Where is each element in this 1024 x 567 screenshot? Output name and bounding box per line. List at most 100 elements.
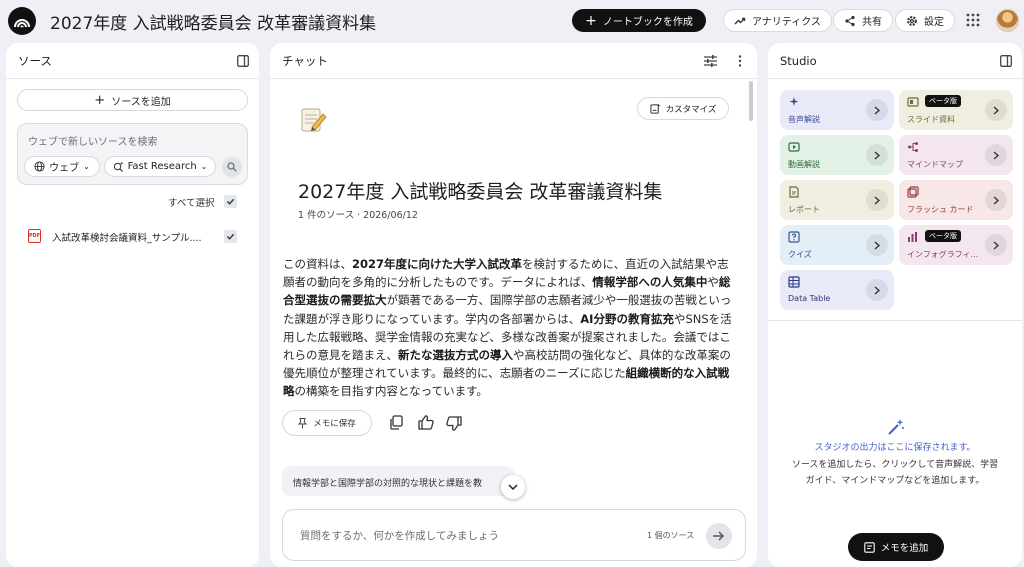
chevron-right-icon <box>874 285 880 295</box>
studio-empty-title: スタジオの出力はここに保存されます。 <box>814 443 976 453</box>
share-icon <box>845 15 855 26</box>
studio-tile-open-button[interactable] <box>866 99 888 121</box>
chat-scrollbar[interactable] <box>749 81 753 121</box>
studio-tile[interactable]: インフォグラフィ... ベータ版 <box>899 225 1013 265</box>
thumbs-up-icon[interactable] <box>418 415 434 430</box>
send-button[interactable] <box>706 523 732 549</box>
studio-tile[interactable]: 音声解説 <box>780 90 894 130</box>
sources-panel: ソース + ソースを追加 ウェブで新しいソースを検索 ウェブ ⌄ Fast Re… <box>6 43 259 567</box>
chevron-down-icon: ⌄ <box>200 162 208 171</box>
check-icon <box>226 198 235 205</box>
studio-tile[interactable]: スライド資料 ベータ版 <box>899 90 1013 130</box>
share-button[interactable]: 共有 <box>833 9 893 32</box>
chat-input-box: 質問をするか、何かを作成してみましょう 1 個のソース <box>282 509 746 561</box>
plus-icon: + <box>94 92 106 108</box>
studio-tile[interactable]: レポート <box>780 180 894 220</box>
sources-title: ソース <box>18 53 52 68</box>
studio-tile-open-button[interactable] <box>985 189 1007 211</box>
research-mode-dropdown[interactable]: Fast Research ⌄ <box>104 156 216 177</box>
notebook-heading: 2027年度 入試戦略委員会 改革審議資料集 <box>298 181 663 203</box>
beta-badge: ベータ版 <box>925 95 961 107</box>
studio-tile[interactable]: フラッシュ カード <box>899 180 1013 220</box>
trending-up-icon <box>734 17 746 24</box>
quiz-icon <box>788 231 800 243</box>
select-all-checkbox[interactable] <box>224 195 237 208</box>
pin-icon <box>298 417 308 428</box>
studio-tile-label: マインドマップ <box>907 160 963 169</box>
notebooklm-logo-icon[interactable] <box>8 7 36 35</box>
chevron-right-icon <box>874 195 880 205</box>
globe-icon <box>34 161 45 172</box>
notebook-title[interactable]: 2027年度 入試戦略委員会 改革審議資料集 <box>50 9 376 34</box>
studio-tile-open-button[interactable] <box>866 279 888 301</box>
apps-grid-icon[interactable] <box>966 13 980 27</box>
chevron-right-icon <box>993 150 999 160</box>
web-source-dropdown[interactable]: ウェブ ⌄ <box>24 156 100 177</box>
analytics-button[interactable]: アナリティクス <box>723 9 832 32</box>
summary-text: や <box>707 275 719 290</box>
chevron-down-icon: ⌄ <box>83 162 90 171</box>
collapse-panel-icon[interactable] <box>1000 55 1012 67</box>
studio-tile-label: 動画解説 <box>788 160 820 169</box>
source-checkbox[interactable] <box>224 230 237 243</box>
studio-tile-label: 音声解説 <box>788 115 820 124</box>
chevron-right-icon <box>993 240 999 250</box>
arrow-right-icon <box>713 531 725 541</box>
add-source-button[interactable]: + ソースを追加 <box>17 89 248 111</box>
notebook-emoji-icon <box>298 105 328 135</box>
chat-title: チャット <box>282 53 328 68</box>
studio-tile-open-button[interactable] <box>985 99 1007 121</box>
studio-tile-open-button[interactable] <box>866 189 888 211</box>
suggested-question-chip[interactable]: 情報学部と国際学部の対照的な現状と課題を教 <box>282 466 514 496</box>
chat-input[interactable]: 質問をするか、何かを作成してみましょう <box>300 528 499 543</box>
collapse-panel-icon[interactable] <box>237 55 249 67</box>
magic-wand-icon <box>888 419 904 435</box>
search-input[interactable]: ウェブで新しいソースを検索 <box>28 133 158 148</box>
chevron-right-icon <box>874 105 880 115</box>
data-table-icon <box>788 276 800 288</box>
studio-tile-open-button[interactable] <box>985 144 1007 166</box>
scroll-down-button[interactable] <box>501 475 525 499</box>
summary-highlight: AI分野の教育拡充 <box>580 311 674 326</box>
save-to-note-button[interactable]: メモに保存 <box>282 410 372 436</box>
notebook-summary: この資料は、2027年度に向けた大学入試改革を検討するために、直近の入試結果や志… <box>283 255 738 401</box>
create-notebook-button[interactable]: + ノートブックを作成 <box>572 9 706 32</box>
report-icon <box>789 186 799 198</box>
summary-text: この資料は、 <box>283 257 352 271</box>
studio-tile[interactable]: Data Table <box>780 270 894 310</box>
user-avatar[interactable] <box>996 9 1019 32</box>
studio-tile[interactable]: マインドマップ <box>899 135 1013 175</box>
source-list-item[interactable]: PDF 入試改革検討会議資料_サンプル.... <box>17 225 248 247</box>
infographic-icon <box>908 232 917 242</box>
studio-tile[interactable]: 動画解説 <box>780 135 894 175</box>
customize-button[interactable]: カスタマイズ <box>637 97 729 120</box>
thumbs-down-icon[interactable] <box>446 416 462 431</box>
customize-icon <box>650 103 661 114</box>
mind-map-icon <box>908 142 918 152</box>
chevron-right-icon <box>874 240 880 250</box>
summary-text: の構築を目指す内容となっています。 <box>294 384 488 399</box>
chevron-down-icon <box>508 484 518 490</box>
studio-tile-label: スライド資料 <box>907 115 955 124</box>
gear-icon <box>907 15 917 26</box>
chat-header: チャット <box>270 43 757 79</box>
summary-highlight: 2027年度に向けた大学入試改革 <box>352 257 523 271</box>
tune-settings-icon[interactable] <box>704 55 717 67</box>
search-submit-button[interactable] <box>222 157 242 177</box>
copy-icon[interactable] <box>389 415 403 430</box>
studio-tile-label: クイズ <box>788 250 812 259</box>
studio-tile-open-button[interactable] <box>985 234 1007 256</box>
note-icon <box>863 541 875 553</box>
studio-tile-label: インフォグラフィ... <box>907 250 979 259</box>
flashcards-icon <box>907 186 919 198</box>
more-vert-icon[interactable] <box>738 55 742 67</box>
studio-tile-open-button[interactable] <box>866 144 888 166</box>
studio-tile[interactable]: クイズ <box>780 225 894 265</box>
studio-header: Studio <box>768 43 1022 79</box>
add-note-button[interactable]: メモを追加 <box>848 533 944 561</box>
source-item-label: 入試改革検討会議資料_サンプル.... <box>52 233 202 244</box>
studio-divider <box>768 320 1022 321</box>
pdf-icon: PDF <box>28 229 41 243</box>
studio-tile-open-button[interactable] <box>866 234 888 256</box>
settings-button[interactable]: 設定 <box>895 9 955 32</box>
